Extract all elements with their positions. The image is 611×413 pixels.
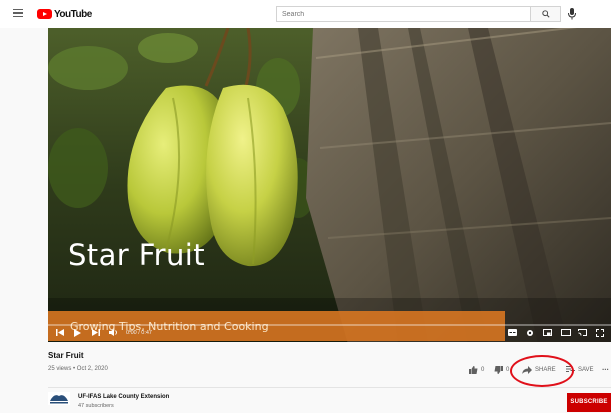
video-stats: 25 views • Oct 2, 2020 <box>48 366 108 372</box>
search-button[interactable] <box>531 6 561 22</box>
subscribe-button[interactable]: SUBSCRIBE <box>567 393 611 412</box>
microphone-icon[interactable] <box>567 7 577 21</box>
subscriber-count: 47 subscribers <box>78 403 114 409</box>
play-logo-icon <box>37 9 52 19</box>
miniplayer-icon[interactable] <box>543 329 552 336</box>
player-controls: 0:00 / 0:47 <box>48 324 611 342</box>
settings-gear-icon[interactable] <box>526 329 534 337</box>
like-count: 0 <box>481 367 485 373</box>
progress-bar[interactable] <box>48 324 611 326</box>
more-options-button[interactable]: ... <box>602 363 609 372</box>
dislike-count: 0 <box>506 367 510 373</box>
previous-icon[interactable] <box>56 329 64 336</box>
top-bar: YouTube <box>0 0 611 28</box>
hamburger-menu-icon[interactable] <box>13 9 23 18</box>
thumbs-down-icon <box>494 366 503 374</box>
dislike-button[interactable]: 0 <box>494 366 509 374</box>
video-title: Star Fruit <box>48 351 84 360</box>
like-button[interactable]: 0 <box>469 366 484 374</box>
play-icon[interactable] <box>74 329 81 337</box>
theater-mode-icon[interactable] <box>561 329 571 336</box>
save-label: SAVE <box>578 366 594 373</box>
channel-avatar[interactable] <box>48 392 70 405</box>
search-icon <box>542 10 550 18</box>
share-annotation-circle <box>510 355 574 387</box>
video-overlay-title: Star Fruit <box>68 238 205 272</box>
volume-icon[interactable] <box>109 329 118 336</box>
captions-icon[interactable] <box>508 329 517 336</box>
more-options-icon: ... <box>602 363 609 372</box>
search-input[interactable] <box>276 6 531 22</box>
cast-icon[interactable] <box>578 329 587 336</box>
fullscreen-icon[interactable] <box>596 329 604 337</box>
divider <box>48 387 611 388</box>
thumbs-up-icon <box>469 366 478 374</box>
channel-name[interactable]: UF-IFAS Lake County Extension <box>78 394 169 400</box>
logo-text: YouTube <box>54 8 92 20</box>
next-icon[interactable] <box>92 329 100 336</box>
video-frame-starfruit <box>48 28 611 342</box>
video-player[interactable]: Star Fruit Growing Tips, Nutrition and C… <box>48 28 611 342</box>
youtube-logo[interactable]: YouTube <box>37 8 92 20</box>
time-display: 0:00 / 0:47 <box>126 330 152 336</box>
